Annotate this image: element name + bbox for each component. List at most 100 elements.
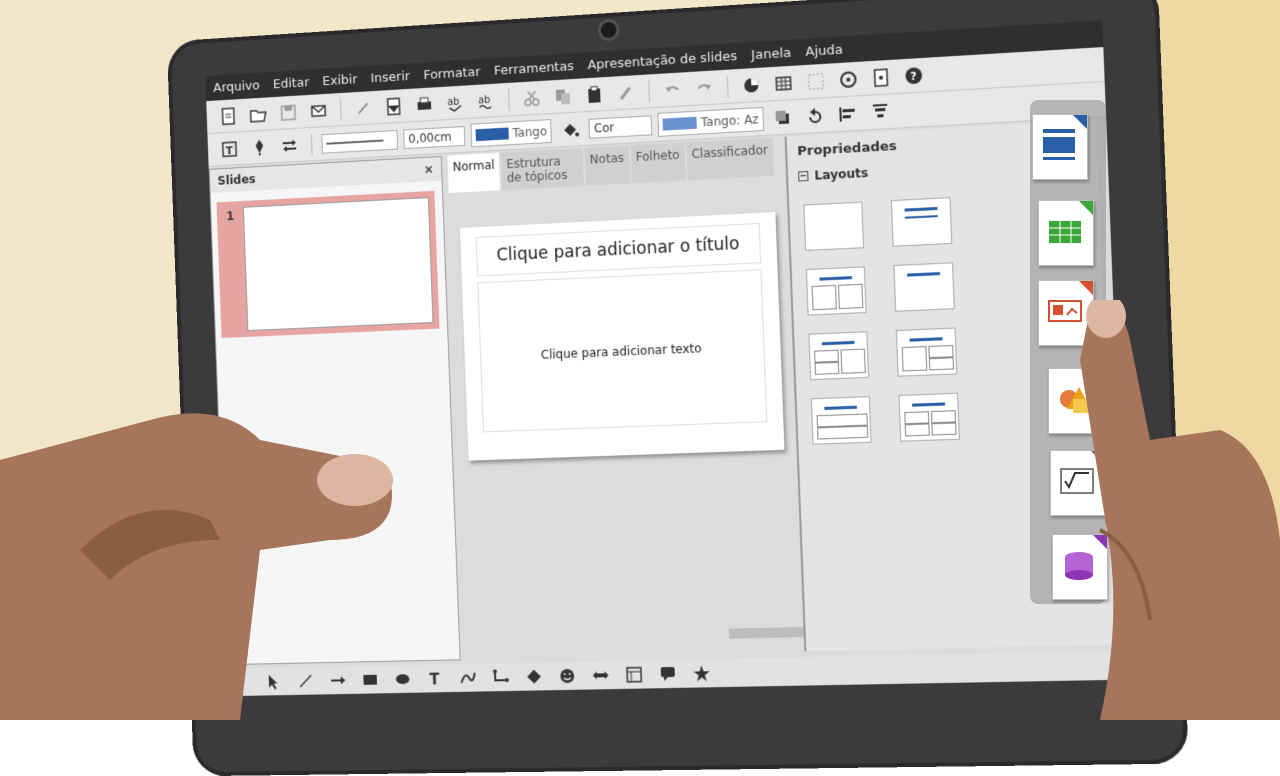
line-style-select[interactable] bbox=[321, 129, 398, 153]
layout-content-above[interactable] bbox=[811, 396, 872, 445]
new-document-icon bbox=[220, 107, 237, 125]
line-button[interactable] bbox=[247, 135, 272, 160]
tab-notes[interactable]: Notas bbox=[584, 146, 629, 186]
menu-editar[interactable]: Editar bbox=[273, 75, 310, 92]
text-tool[interactable]: T bbox=[422, 666, 448, 690]
area-fill-select[interactable]: Cor bbox=[589, 115, 653, 139]
undo-button[interactable] bbox=[659, 77, 686, 103]
right-hand bbox=[1070, 300, 1280, 720]
tab-sorter[interactable]: Classificador bbox=[686, 138, 774, 181]
layout-title-two-content[interactable] bbox=[806, 266, 867, 315]
content-placeholder[interactable]: Clique para adicionar texto bbox=[477, 269, 767, 432]
align-left-icon bbox=[838, 104, 857, 123]
page-icon bbox=[871, 68, 890, 87]
paint-bucket-icon bbox=[561, 120, 579, 139]
folder-open-icon bbox=[249, 105, 267, 123]
export-pdf-button[interactable] bbox=[381, 94, 407, 119]
text-attributes-button[interactable]: T bbox=[217, 136, 242, 161]
page-button[interactable] bbox=[867, 64, 895, 90]
flowchart-icon bbox=[625, 666, 643, 684]
edit-mode-button[interactable] bbox=[350, 95, 376, 120]
menu-ajuda[interactable]: Ajuda bbox=[805, 42, 843, 59]
separator bbox=[311, 133, 313, 155]
layout-title-only[interactable] bbox=[893, 262, 954, 311]
paintbrush-icon bbox=[617, 83, 635, 102]
flowchart-tool[interactable] bbox=[621, 662, 648, 686]
layout-two-content-rows[interactable] bbox=[896, 328, 957, 377]
menu-formatar[interactable]: Formatar bbox=[423, 64, 481, 82]
print-button[interactable] bbox=[411, 92, 437, 117]
svg-text:T: T bbox=[429, 671, 439, 687]
clone-formatting-button[interactable] bbox=[613, 80, 640, 105]
stars-tool[interactable] bbox=[688, 661, 715, 686]
email-button[interactable] bbox=[306, 98, 331, 123]
layout-blank[interactable] bbox=[803, 202, 864, 251]
redo-button[interactable] bbox=[691, 75, 718, 101]
help-button[interactable]: ? bbox=[900, 62, 928, 88]
edit-icon bbox=[354, 99, 372, 118]
left-hand bbox=[0, 400, 420, 720]
rotate-icon bbox=[806, 106, 825, 125]
arrange-button[interactable] bbox=[866, 99, 894, 125]
cut-button[interactable] bbox=[519, 85, 545, 110]
undo-icon bbox=[663, 80, 682, 99]
printer-icon bbox=[415, 95, 433, 114]
slide-canvas[interactable]: Clique para adicionar o título Clique pa… bbox=[460, 212, 785, 461]
layout-title-content[interactable] bbox=[891, 197, 952, 247]
double-arrow-icon bbox=[591, 666, 609, 684]
autospell-icon: ab bbox=[477, 91, 495, 110]
menu-exibir[interactable]: Exibir bbox=[322, 72, 357, 89]
export-pdf-icon bbox=[385, 97, 403, 116]
calc-app[interactable] bbox=[1038, 200, 1094, 266]
arrow-style-button[interactable] bbox=[277, 133, 302, 158]
layouts-title: Layouts bbox=[814, 166, 868, 183]
slide-thumbnail-selected[interactable]: 1 bbox=[217, 191, 440, 338]
title-placeholder[interactable]: Clique para adicionar o título bbox=[476, 223, 762, 277]
close-icon[interactable]: × bbox=[424, 162, 434, 176]
table-button[interactable] bbox=[770, 70, 797, 96]
slide-thumbnail bbox=[243, 197, 434, 331]
compass-icon bbox=[839, 69, 858, 88]
menu-janela[interactable]: Janela bbox=[751, 45, 791, 63]
navigator-button[interactable] bbox=[835, 66, 862, 92]
area-color-picker[interactable]: Tango: Az bbox=[658, 106, 764, 136]
pie-chart-icon bbox=[742, 75, 761, 94]
menu-ferramentas[interactable]: Ferramentas bbox=[494, 59, 574, 79]
line-color-picker[interactable]: Tango bbox=[470, 119, 552, 147]
paste-button[interactable] bbox=[581, 81, 607, 106]
new-document-button[interactable] bbox=[216, 103, 241, 128]
curve-tool[interactable] bbox=[455, 666, 481, 690]
tab-normal[interactable]: Normal bbox=[447, 153, 500, 193]
pen-icon bbox=[251, 138, 269, 156]
email-icon bbox=[310, 101, 328, 120]
callouts-tool[interactable] bbox=[654, 662, 681, 687]
chart-button[interactable] bbox=[738, 72, 765, 98]
slides-pane-title: Slides bbox=[217, 172, 256, 188]
writer-app[interactable] bbox=[1032, 114, 1088, 180]
basic-shapes-tool[interactable] bbox=[521, 664, 547, 688]
layout-four-content[interactable] bbox=[898, 393, 959, 442]
area-style-button[interactable] bbox=[557, 117, 583, 142]
spellcheck-button[interactable]: ab bbox=[442, 90, 468, 115]
rotate-button[interactable] bbox=[801, 103, 828, 129]
menu-apresentacao[interactable]: Apresentação de slides bbox=[587, 49, 737, 73]
save-button[interactable] bbox=[276, 100, 301, 125]
callout-icon bbox=[659, 665, 678, 683]
tab-handout[interactable]: Folheto bbox=[630, 142, 685, 183]
copy-button[interactable] bbox=[550, 83, 576, 108]
display-grid-button[interactable] bbox=[802, 68, 829, 94]
menu-inserir[interactable]: Inserir bbox=[370, 69, 410, 86]
line-width-spinbox[interactable]: 0,00cm bbox=[403, 126, 465, 149]
menu-arquivo[interactable]: Arquivo bbox=[213, 78, 260, 95]
block-arrows-tool[interactable] bbox=[587, 663, 613, 687]
align-button[interactable] bbox=[834, 101, 861, 127]
connector-tool[interactable] bbox=[488, 665, 514, 689]
tab-outline[interactable]: Estrutura de tópicos bbox=[501, 148, 584, 190]
autospell-button[interactable]: ab bbox=[473, 88, 499, 113]
diamond-icon bbox=[525, 668, 543, 686]
layout-content-two-rows[interactable] bbox=[808, 331, 869, 380]
shadow-button[interactable] bbox=[769, 104, 796, 130]
symbol-shapes-tool[interactable] bbox=[554, 664, 580, 688]
collapse-icon[interactable]: − bbox=[798, 171, 809, 182]
open-button[interactable] bbox=[246, 102, 271, 127]
